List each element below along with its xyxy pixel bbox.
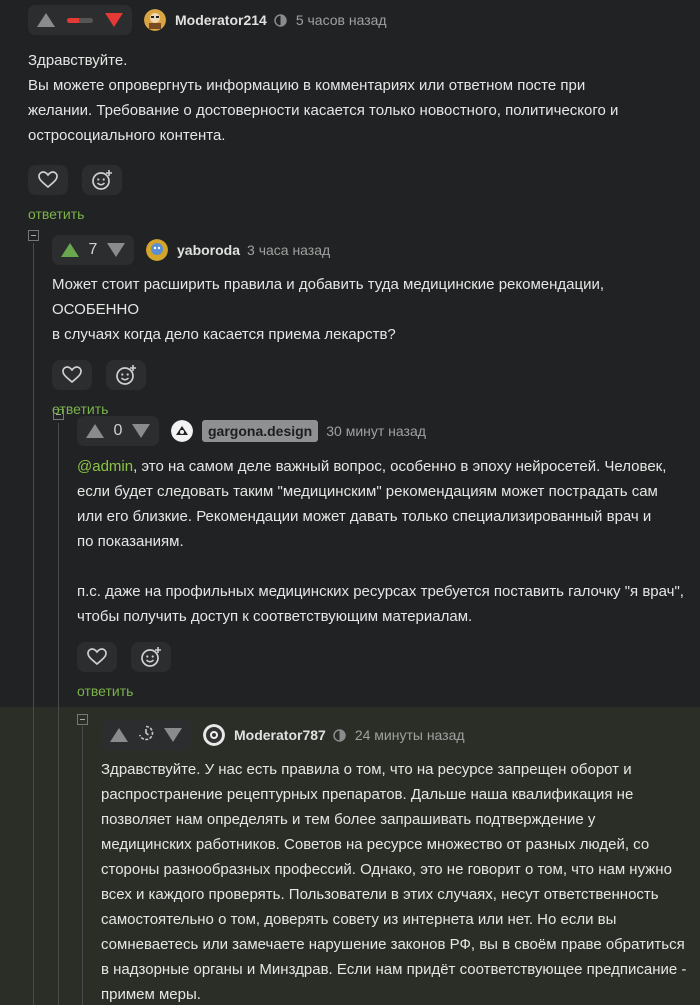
comment-header: Moderator787 24 минуты назад <box>101 720 697 750</box>
comment-text-line: Может стоит расширить правила и добавить… <box>52 276 605 318</box>
comment-text-line: самостоятельно о том, доверять совету из… <box>101 911 617 928</box>
add-reaction-icon[interactable] <box>131 642 171 672</box>
comment-text-line: Вы можете опровергнуть информацию в комм… <box>28 77 586 94</box>
avatar[interactable] <box>146 239 168 261</box>
comment-text-line: позволяет нам определять и тем более зап… <box>101 811 596 828</box>
comment-actions <box>52 360 692 390</box>
rating-score: 0 <box>113 422 123 439</box>
comment-text-line: в надзорные органы и Минздрав. Если нам … <box>101 961 687 978</box>
collapse-toggle[interactable] <box>28 230 39 241</box>
avatar[interactable] <box>144 9 166 31</box>
comment-thread: Moderator214 5 часов назад Здравствуйте.… <box>0 0 700 1005</box>
comment-body: Может стоит расширить правила и добавить… <box>52 272 692 347</box>
comment-text: , это на самом деле важный вопрос, особе… <box>133 458 667 475</box>
downvote-icon[interactable] <box>105 13 123 27</box>
rating-control <box>28 5 132 35</box>
downvote-icon[interactable] <box>107 243 125 257</box>
add-reaction-icon[interactable] <box>106 360 146 390</box>
username[interactable]: Moderator787 <box>234 727 326 743</box>
downvote-icon[interactable] <box>164 728 182 742</box>
moderator-badge-icon <box>333 728 346 742</box>
avatar[interactable] <box>203 724 225 746</box>
add-reaction-icon[interactable] <box>82 165 122 195</box>
rating-score: 7 <box>88 241 98 258</box>
comment-text-line: если будет следовать таким "медицинским"… <box>77 483 658 500</box>
comment-time[interactable]: 30 минут назад <box>326 423 426 439</box>
comment-body: Здравствуйте. У нас есть правила о том, … <box>101 757 697 1005</box>
comment-text-line: чтобы получить доступ к соответствующим … <box>77 608 473 625</box>
comment-body: @admin, это на самом деле важный вопрос,… <box>77 454 697 629</box>
comment-text-line: распространение рецептурных препаратов. … <box>101 786 634 803</box>
comment-text-line: сомневаетесь или замечаете нарушение зак… <box>101 936 685 953</box>
comment-text-line: п.с. даже на профильных медицинских ресу… <box>77 583 684 600</box>
comment-text-line: Здравствуйте. У нас есть правила о том, … <box>101 761 632 778</box>
comment-text-line: Здравствуйте. <box>28 52 128 69</box>
like-heart-icon[interactable] <box>28 165 68 195</box>
comment-text-line: остросоциального контента. <box>28 127 226 144</box>
avatar[interactable] <box>171 420 193 442</box>
upvote-icon[interactable] <box>110 728 128 742</box>
comment-header: 7 yaboroda 3 часа назад <box>52 235 692 265</box>
like-heart-icon[interactable] <box>77 642 117 672</box>
rating-pending-timer-icon <box>138 725 154 746</box>
comment-text-line: желании. Требование о достоверности каса… <box>28 102 619 119</box>
thread-line-level-2[interactable] <box>58 423 59 1005</box>
comment-text-line: по показаниям. <box>77 533 184 550</box>
comment: 7 yaboroda 3 часа назад Может стоит расш… <box>52 235 692 417</box>
upvote-icon[interactable] <box>37 13 55 27</box>
rating-control: 0 <box>77 416 159 446</box>
comment-text-line <box>77 554 697 579</box>
upvote-icon[interactable] <box>86 424 104 438</box>
comment-text-line: в случаях когда дело касается приема лек… <box>52 326 396 343</box>
comment: 0 gargona.design 30 минут назад @admin, … <box>77 416 697 699</box>
comment-time[interactable]: 5 часов назад <box>296 12 387 28</box>
rating-ratio-bar <box>67 17 93 23</box>
comment-text-line: медицинских работников. Советов на ресур… <box>101 836 650 853</box>
moderator-badge-icon <box>274 13 287 27</box>
comment-text-line: всех и каждого проверять. Пользователи в… <box>101 886 659 903</box>
comment-actions <box>28 165 688 195</box>
reply-link[interactable]: ответить <box>77 683 697 699</box>
comment-text-line: или его близкие. Рекомендации может дава… <box>77 508 652 525</box>
comment: Moderator787 24 минуты назад Здравствуйт… <box>101 720 697 1005</box>
comment-text-line: @admin, это на самом деле важный вопрос,… <box>77 454 697 479</box>
comment-text-line: стороны разнообразных профессий. Однако,… <box>101 861 672 878</box>
thread-line-level-3[interactable] <box>82 726 83 1005</box>
comment-body: Здравствуйте. Вы можете опровергнуть инф… <box>28 48 688 148</box>
rating-control <box>101 720 191 750</box>
reply-link[interactable]: ответить <box>52 401 692 417</box>
user-mention-link[interactable]: @admin <box>77 458 133 475</box>
collapse-toggle[interactable] <box>77 714 88 725</box>
reply-link[interactable]: ответить <box>28 206 688 222</box>
comment: Moderator214 5 часов назад Здравствуйте.… <box>28 5 688 222</box>
downvote-icon[interactable] <box>132 424 150 438</box>
like-heart-icon[interactable] <box>52 360 92 390</box>
comment-time[interactable]: 24 минуты назад <box>355 727 465 743</box>
comment-actions <box>77 642 697 672</box>
username[interactable]: yaboroda <box>177 242 240 258</box>
comment-time[interactable]: 3 часа назад <box>247 242 330 258</box>
username[interactable]: Moderator214 <box>175 12 267 28</box>
thread-line-level-1[interactable] <box>33 243 34 1005</box>
comment-header: Moderator214 5 часов назад <box>28 5 688 35</box>
comment-header: 0 gargona.design 30 минут назад <box>77 416 697 446</box>
rating-control: 7 <box>52 235 134 265</box>
comment-text-line: примем меры. <box>101 986 201 1003</box>
username-highlighted[interactable]: gargona.design <box>202 420 319 442</box>
upvote-icon[interactable] <box>61 243 79 257</box>
